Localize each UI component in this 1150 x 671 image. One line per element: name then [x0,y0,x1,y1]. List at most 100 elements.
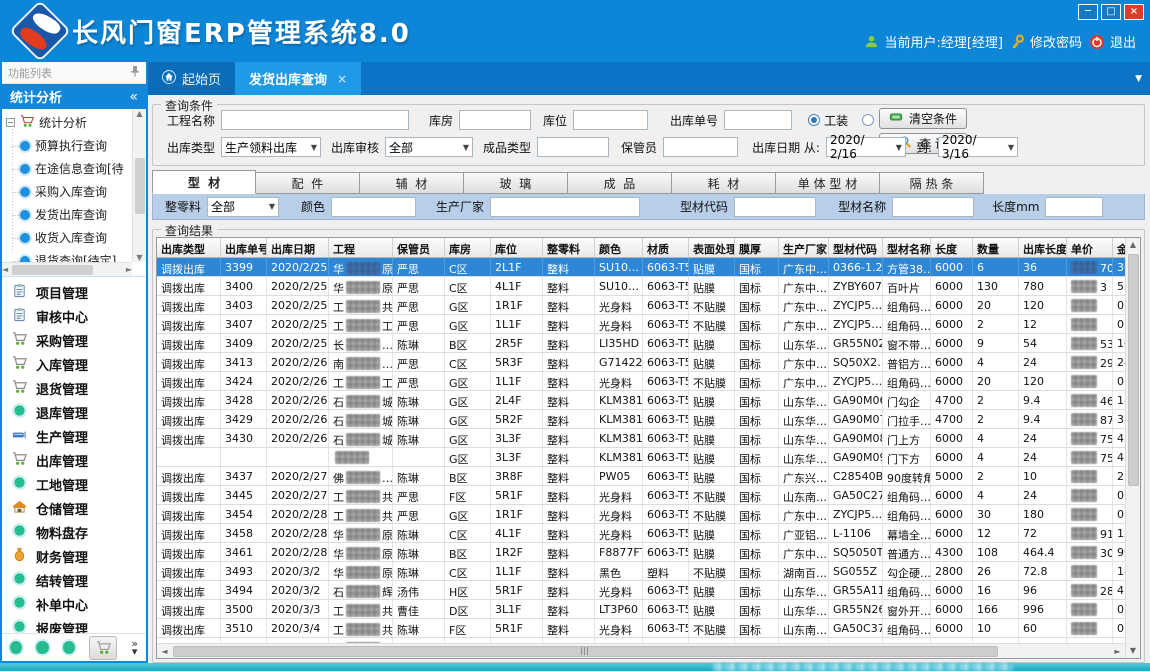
close-button[interactable]: × [1124,4,1144,20]
tree-vertical-scrollbar[interactable]: ▲ ▼ [132,109,146,262]
logout-button[interactable]: 退出 [1089,32,1136,51]
column-header-3[interactable]: 出库日期 [267,238,329,257]
audit-select[interactable]: 全部▼ [385,137,473,157]
column-header-7[interactable]: 库位 [491,238,543,257]
date-from-picker[interactable]: 2020/ 2/16▼ [826,137,906,157]
scroll-left-icon[interactable]: ◄ [157,647,172,656]
color-input[interactable] [331,197,416,217]
scroll-up-icon[interactable]: ▲ [136,109,142,118]
column-header-1[interactable]: 出库类型 [157,238,221,257]
product-type-input[interactable] [537,137,609,157]
table-row[interactable]: 调拨出库34032020/2/25工共工程严思G区1R1F整料光身料6063-T… [157,296,1125,315]
profile-name-input[interactable] [892,197,974,217]
material-tab-5[interactable]: 成 品 [568,172,672,194]
table-row[interactable]: 调拨出库34612020/2/28华原…陈琳B区1R2F整料F8877FT606… [157,543,1125,562]
sidebar-item-14[interactable]: 补单中心 [2,592,146,616]
scroll-up-icon[interactable]: ▲ [1126,238,1140,252]
scroll-right-icon[interactable]: ► [1110,647,1125,656]
tree-item-3[interactable]: 采购入库查询 [2,180,132,203]
scroll-down-icon[interactable]: ▼ [1126,644,1140,658]
table-row[interactable]: 调拨出库34452020/2/27工共工程严思F区5R1F整料光身料6063-T… [157,486,1125,505]
radio-workwear[interactable]: 工装 [808,112,848,129]
sidebar-item-7[interactable]: 生产管理 [2,424,146,448]
table-row[interactable]: 调拨出库34132020/2/26南…严思C区5R3F整料G714226063-… [157,353,1125,372]
dot-icon[interactable] [10,641,22,654]
table-row[interactable]: G区3L3F整料KLM38176063-T5贴膜国标山东华…GA90M09.门下… [157,448,1125,467]
column-header-19[interactable]: 单价 [1067,238,1113,257]
material-tab-2[interactable]: 配 件 [256,172,360,194]
column-header-20[interactable]: 金 [1113,238,1125,257]
table-row[interactable]: 调拨出库34092020/2/25长…陈琳B区2R5F整料LI35HD6063-… [157,334,1125,353]
table-row[interactable]: 调拨出库34282020/2/26石城陈琳G区2L4F整料KLM38176063… [157,391,1125,410]
material-tab-3[interactable]: 辅 材 [360,172,464,194]
column-header-9[interactable]: 颜色 [595,238,643,257]
scroll-right-icon[interactable]: ► [126,265,132,274]
material-tab-4[interactable]: 玻 璃 [464,172,568,194]
table-row[interactable]: 调拨出库34242020/2/26工工程严思G区1L1F整料光身料6063-T5… [157,372,1125,391]
section-header-stats[interactable]: 统计分析 « [2,84,146,109]
column-header-13[interactable]: 生产厂家 [779,238,829,257]
table-row[interactable]: 调拨出库34292020/2/26石城陈琳G区5R2F整料KLM38176063… [157,410,1125,429]
table-row[interactable]: 调拨出库34072020/2/25工工程严思G区1L1F整料光身料6063-T5… [157,315,1125,334]
tree-item-1[interactable]: 预算执行查询 [2,134,132,157]
tree-item-6[interactable]: 退货查询[待定] [2,249,132,262]
order-no-input[interactable] [724,110,792,130]
table-row[interactable]: 调拨出库34302020/2/26石城陈琳G区3L3F整料KLM38176063… [157,429,1125,448]
maker-input[interactable] [490,197,640,217]
column-header-18[interactable]: 出库长度 [1019,238,1067,257]
dot-icon[interactable] [36,641,48,654]
tree-item-2[interactable]: 在途信息查询[待 [2,157,132,180]
sidebar-item-15[interactable]: 报废管理 [2,616,146,633]
pin-icon[interactable] [130,65,140,80]
keeper-input[interactable] [663,137,738,157]
material-tab-8[interactable]: 隔 热 条 [880,172,984,194]
tab-home[interactable]: 起始页 [148,62,235,95]
column-header-2[interactable]: 出库单号 [221,238,267,257]
dot-icon[interactable] [63,641,75,654]
sidebar-item-13[interactable]: 结转管理 [2,568,146,592]
table-row[interactable]: 调拨出库34582020/2/28华原…陈琳C区4L1F整料光身料6063-T5… [157,524,1125,543]
column-header-17[interactable]: 数量 [973,238,1019,257]
material-tab-6[interactable]: 耗 材 [672,172,776,194]
more-sections-button[interactable]: »▾ [131,640,138,656]
sidebar-item-1[interactable]: 项目管理 [2,280,146,304]
sidebar-item-11[interactable]: 物料盘存 [2,520,146,544]
table-row[interactable]: 调拨出库34942020/3/2石辉城汤伟H区5R1F整料光身料6063-T5贴… [157,581,1125,600]
vscroll-thumb[interactable] [1128,254,1139,486]
column-header-14[interactable]: 型材代码 [829,238,883,257]
tree-horizontal-scrollbar[interactable]: ◄ ► [2,262,132,276]
maximize-button[interactable]: □ [1101,4,1121,20]
column-header-8[interactable]: 整零料 [543,238,595,257]
tree-vscroll-thumb[interactable] [135,158,145,214]
tree-item-5[interactable]: 收货入库查询 [2,226,132,249]
tab-close-icon[interactable]: × [337,72,347,86]
profile-code-input[interactable] [734,197,816,217]
project-name-input[interactable] [221,110,409,130]
sidebar-item-4[interactable]: 入库管理 [2,352,146,376]
table-row[interactable]: 调拨出库34542020/2/28工共工程严思G区1R1F整料光身料6063-T… [157,505,1125,524]
horizontal-scrollbar[interactable]: ◄ ► [157,643,1125,658]
location-input[interactable] [573,110,648,130]
tree-hscroll-thumb[interactable] [12,265,93,275]
sidebar-item-6[interactable]: 退库管理 [2,400,146,424]
column-header-5[interactable]: 保管员 [393,238,445,257]
tab-shipment-outbound-query[interactable]: 发货出库查询 × [235,62,361,95]
table-row[interactable]: 调拨出库34932020/3/2华原…陈琳C区1L1F整料黑色塑料不贴膜国标湖南… [157,562,1125,581]
length-input[interactable] [1045,197,1103,217]
table-row[interactable]: 调拨出库34002020/2/25华原…严思C区4L1F整料SU10…6063-… [157,277,1125,296]
sidebar-item-10[interactable]: 仓储管理 [2,496,146,520]
scroll-left-icon[interactable]: ◄ [2,265,8,274]
column-header-6[interactable]: 库房 [445,238,491,257]
change-password-button[interactable]: 修改密码 [1010,32,1082,51]
sidebar-item-12[interactable]: 财务管理 [2,544,146,568]
column-header-10[interactable]: 材质 [643,238,689,257]
table-row[interactable]: 调拨出库35002020/3/3工共工程曹佳D区3L1F整料LT3P606063… [157,600,1125,619]
column-header-4[interactable]: 工程 [329,238,393,257]
collapse-icon[interactable]: « [129,89,138,105]
vertical-scrollbar[interactable]: ▲ ▼ [1125,238,1140,658]
material-tab-7[interactable]: 单 体 型 材 [776,172,880,194]
sidebar-item-8[interactable]: 出库管理 [2,448,146,472]
whole-part-select[interactable]: 全部▼ [207,197,279,217]
cart-shortcut-button[interactable] [89,636,117,660]
table-row[interactable]: 调拨出库35102020/3/4工共工程陈琳F区5R1F整料光身料6063-T5… [157,619,1125,638]
